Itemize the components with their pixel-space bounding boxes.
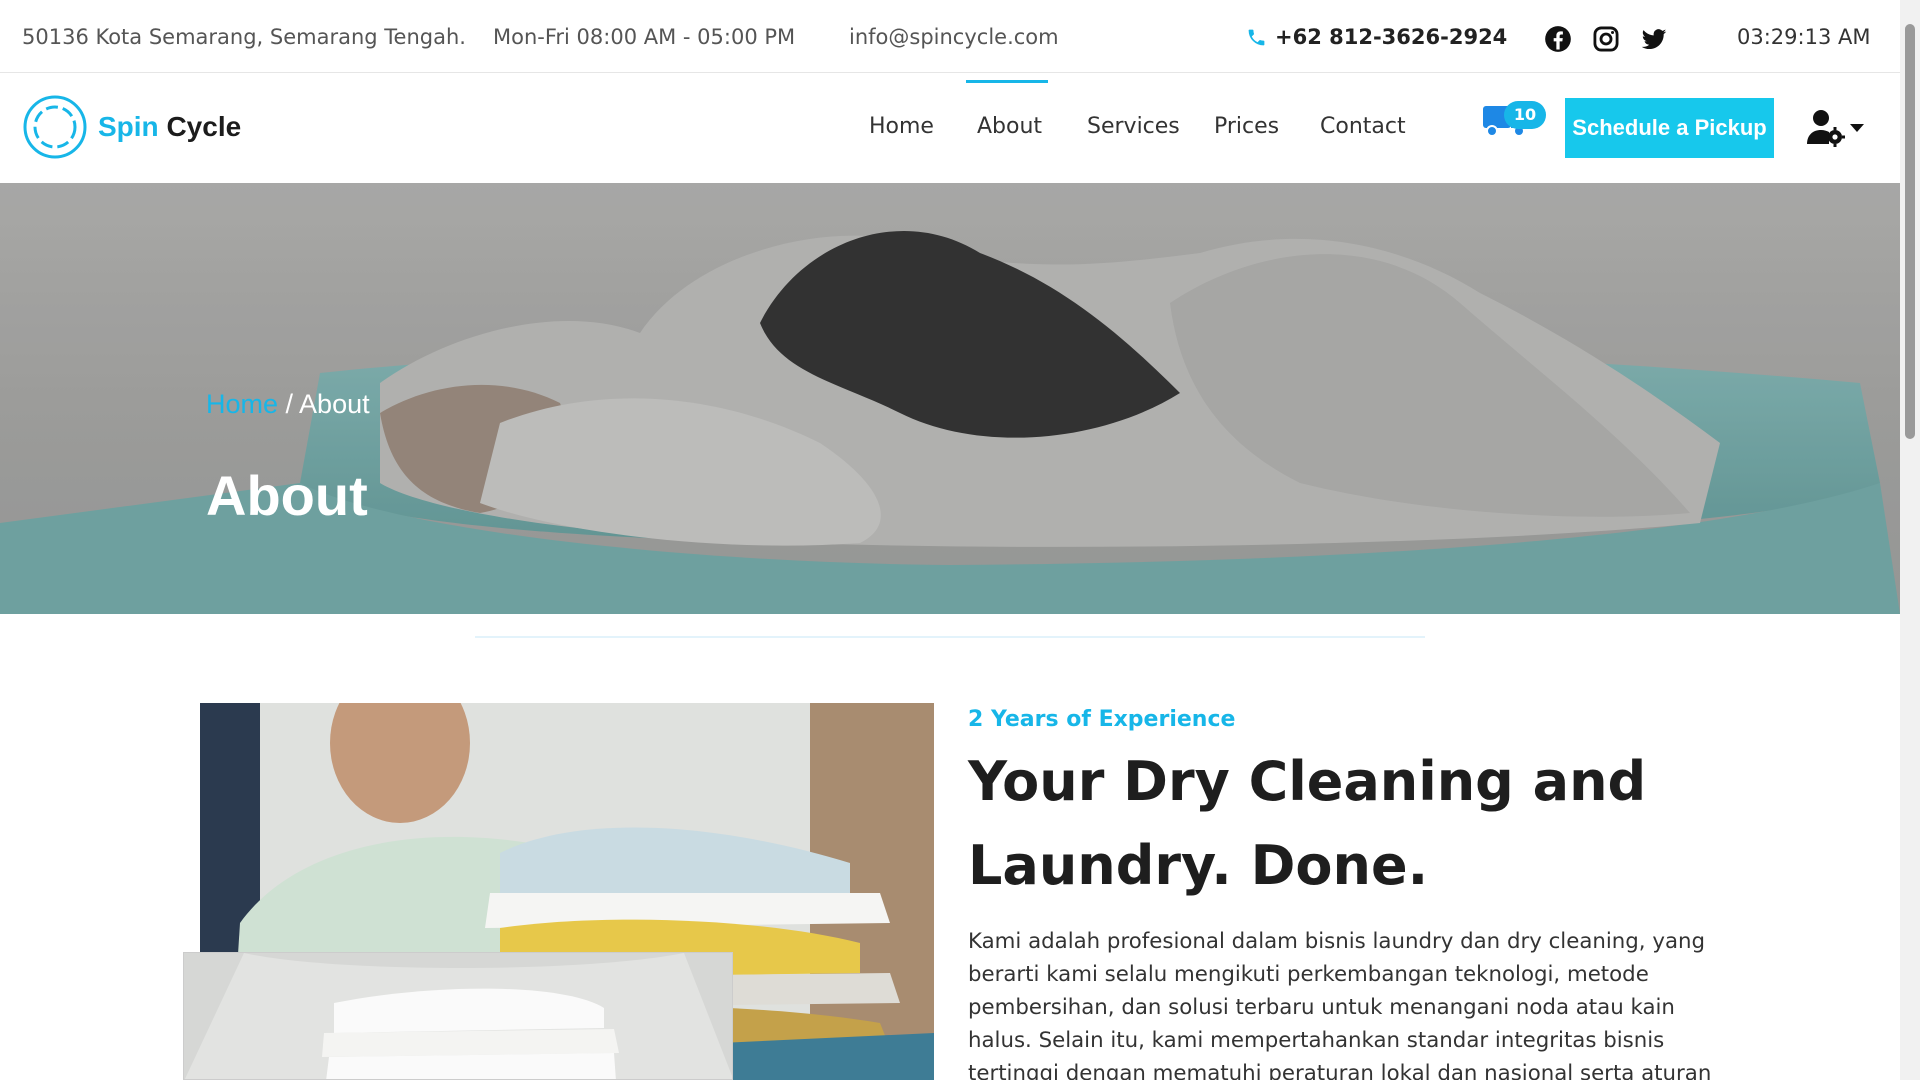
address-text: 50136 Kota Semarang, Semarang Tengah. — [22, 25, 466, 49]
brand-logo[interactable]: Spin Cycle — [22, 94, 241, 160]
social-links — [1544, 25, 1668, 53]
nav-contact[interactable]: Contact — [1320, 114, 1406, 139]
scrollbar-thumb[interactable] — [1905, 24, 1915, 439]
phone-icon — [1248, 29, 1265, 45]
phone-number: +62 812-3626-2924 — [1275, 25, 1508, 49]
schedule-pickup-button[interactable]: Schedule a Pickup — [1565, 98, 1774, 158]
breadcrumb-current: About — [299, 389, 370, 419]
clock-text: 03:29:13 AM — [1737, 25, 1871, 49]
facebook-icon[interactable] — [1544, 25, 1572, 53]
nav-services[interactable]: Services — [1087, 114, 1180, 139]
opening-hours-text: Mon-Fri 08:00 AM - 05:00 PM — [493, 25, 796, 49]
breadcrumb: Home / About — [206, 389, 370, 420]
white-towels-photo — [183, 952, 733, 1080]
cart-count-badge: 10 — [1504, 101, 1546, 129]
top-info-bar: 50136 Kota Semarang, Semarang Tengah. Mo… — [0, 0, 1900, 73]
page-title: About — [206, 464, 368, 527]
experience-tagline: 2 Years of Experience — [968, 707, 1236, 732]
about-paragraph: Kami adalah profesional dalam bisnis lau… — [968, 929, 1712, 1080]
brand-name: Spin Cycle — [98, 111, 241, 143]
nav-active-indicator — [966, 80, 1048, 83]
nav-about[interactable]: About — [977, 114, 1042, 139]
about-heading: Your Dry Cleaning and Laundry. Done. — [968, 750, 1647, 897]
hero-banner: Home / About About — [0, 183, 1900, 614]
caret-down-icon — [1850, 124, 1864, 132]
brand-name-spin: Spin — [98, 111, 159, 142]
nav-prices[interactable]: Prices — [1214, 114, 1279, 139]
breadcrumb-separator: / — [278, 389, 300, 419]
user-gear-icon — [1807, 110, 1845, 147]
section-divider — [475, 636, 1425, 638]
spin-cycle-logo-icon — [23, 95, 87, 159]
email-link[interactable]: info@spincycle.com — [849, 25, 1059, 49]
twitter-icon[interactable] — [1640, 25, 1668, 53]
nav-home[interactable]: Home — [869, 114, 934, 139]
breadcrumb-home-link[interactable]: Home — [206, 389, 278, 419]
phone-link[interactable]: +62 812-3626-2924 — [1246, 25, 1507, 49]
brand-name-cycle: Cycle — [166, 111, 242, 142]
user-settings-menu[interactable] — [1805, 108, 1867, 148]
instagram-icon[interactable] — [1592, 25, 1620, 53]
page-scrollbar[interactable] — [1900, 0, 1920, 1080]
